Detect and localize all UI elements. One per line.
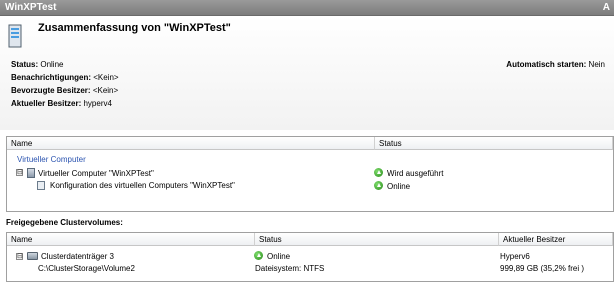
- volume-filesystem: Dateisystem: NTFS: [255, 264, 325, 273]
- column-header-current-owner[interactable]: Aktueller Besitzer: [499, 233, 613, 246]
- resource-row-name[interactable]: Konfiguration des virtuellen Computers "…: [50, 181, 235, 190]
- resource-row-status: Wird ausgeführt: [387, 169, 444, 178]
- status-value: Online: [40, 60, 64, 69]
- notifications-value: <Kein>: [93, 73, 119, 82]
- autostart-property: Automatisch starten: Nein: [506, 60, 605, 69]
- cluster-volumes-section-label: Freigegebene Clustervolumes:: [6, 218, 123, 227]
- resource-row-status: Online: [387, 182, 411, 191]
- cluster-volumes-panel: Name Status Aktueller Besitzer ⊟ Cluster…: [6, 232, 614, 282]
- collapse-toggle-icon[interactable]: ⊟: [16, 253, 23, 260]
- volume-row-name[interactable]: Clusterdatenträger 3: [41, 252, 114, 261]
- window-title: WinXPTest: [5, 2, 57, 13]
- current-owner-label: Aktueller Besitzer:: [11, 99, 82, 108]
- resource-row-name[interactable]: Virtueller Computer "WinXPTest": [38, 169, 154, 178]
- server-icon: [8, 24, 22, 48]
- notifications-property: Benachrichtigungen: <Kein>: [11, 73, 119, 82]
- virtual-machine-icon: [27, 168, 35, 178]
- configuration-icon: [37, 181, 45, 190]
- window-titlebar: WinXPTest A: [0, 0, 614, 16]
- preferred-owners-value: <Kein>: [92, 86, 119, 95]
- preferred-owners-label: Bevorzugte Besitzer:: [11, 86, 91, 95]
- column-header-status[interactable]: Status: [255, 233, 499, 246]
- online-status-icon: [254, 251, 263, 260]
- online-status-icon: [374, 181, 383, 190]
- preferred-owners-property: Bevorzugte Besitzer: <Kein>: [11, 86, 118, 95]
- cluster-disk-icon: [27, 252, 38, 260]
- volume-row-status: Online: [267, 252, 291, 261]
- collapse-toggle-icon[interactable]: ⊟: [16, 169, 23, 176]
- summary-section: Zusammenfassung von "WinXPTest" Status: …: [0, 16, 614, 130]
- status-label: Status:: [11, 60, 39, 69]
- volume-capacity: 999,89 GB (35,2% frei ): [500, 264, 585, 273]
- current-owner-property: Aktueller Besitzer: hyperv4: [11, 99, 112, 108]
- autostart-value: Nein: [588, 60, 605, 69]
- column-header-name[interactable]: Name: [7, 233, 255, 246]
- status-property: Status: Online: [11, 60, 63, 69]
- autostart-label: Automatisch starten:: [506, 60, 587, 69]
- collapse-icon[interactable]: A: [603, 2, 610, 13]
- volume-path: C:\ClusterStorage\Volume2: [38, 264, 135, 273]
- summary-heading: Zusammenfassung von "WinXPTest": [38, 22, 231, 34]
- volume-row-owner: Hyperv6: [500, 252, 530, 261]
- current-owner-value: hyperv4: [83, 99, 112, 108]
- online-status-icon: [374, 168, 383, 177]
- group-label-virtual-computer: Virtueller Computer: [17, 155, 86, 164]
- resources-panel: Name Status Virtueller Computer ⊟ Virtue…: [6, 136, 614, 212]
- column-header-status[interactable]: Status: [375, 137, 613, 150]
- notifications-label: Benachrichtigungen:: [11, 73, 92, 82]
- column-header-name[interactable]: Name: [7, 137, 375, 150]
